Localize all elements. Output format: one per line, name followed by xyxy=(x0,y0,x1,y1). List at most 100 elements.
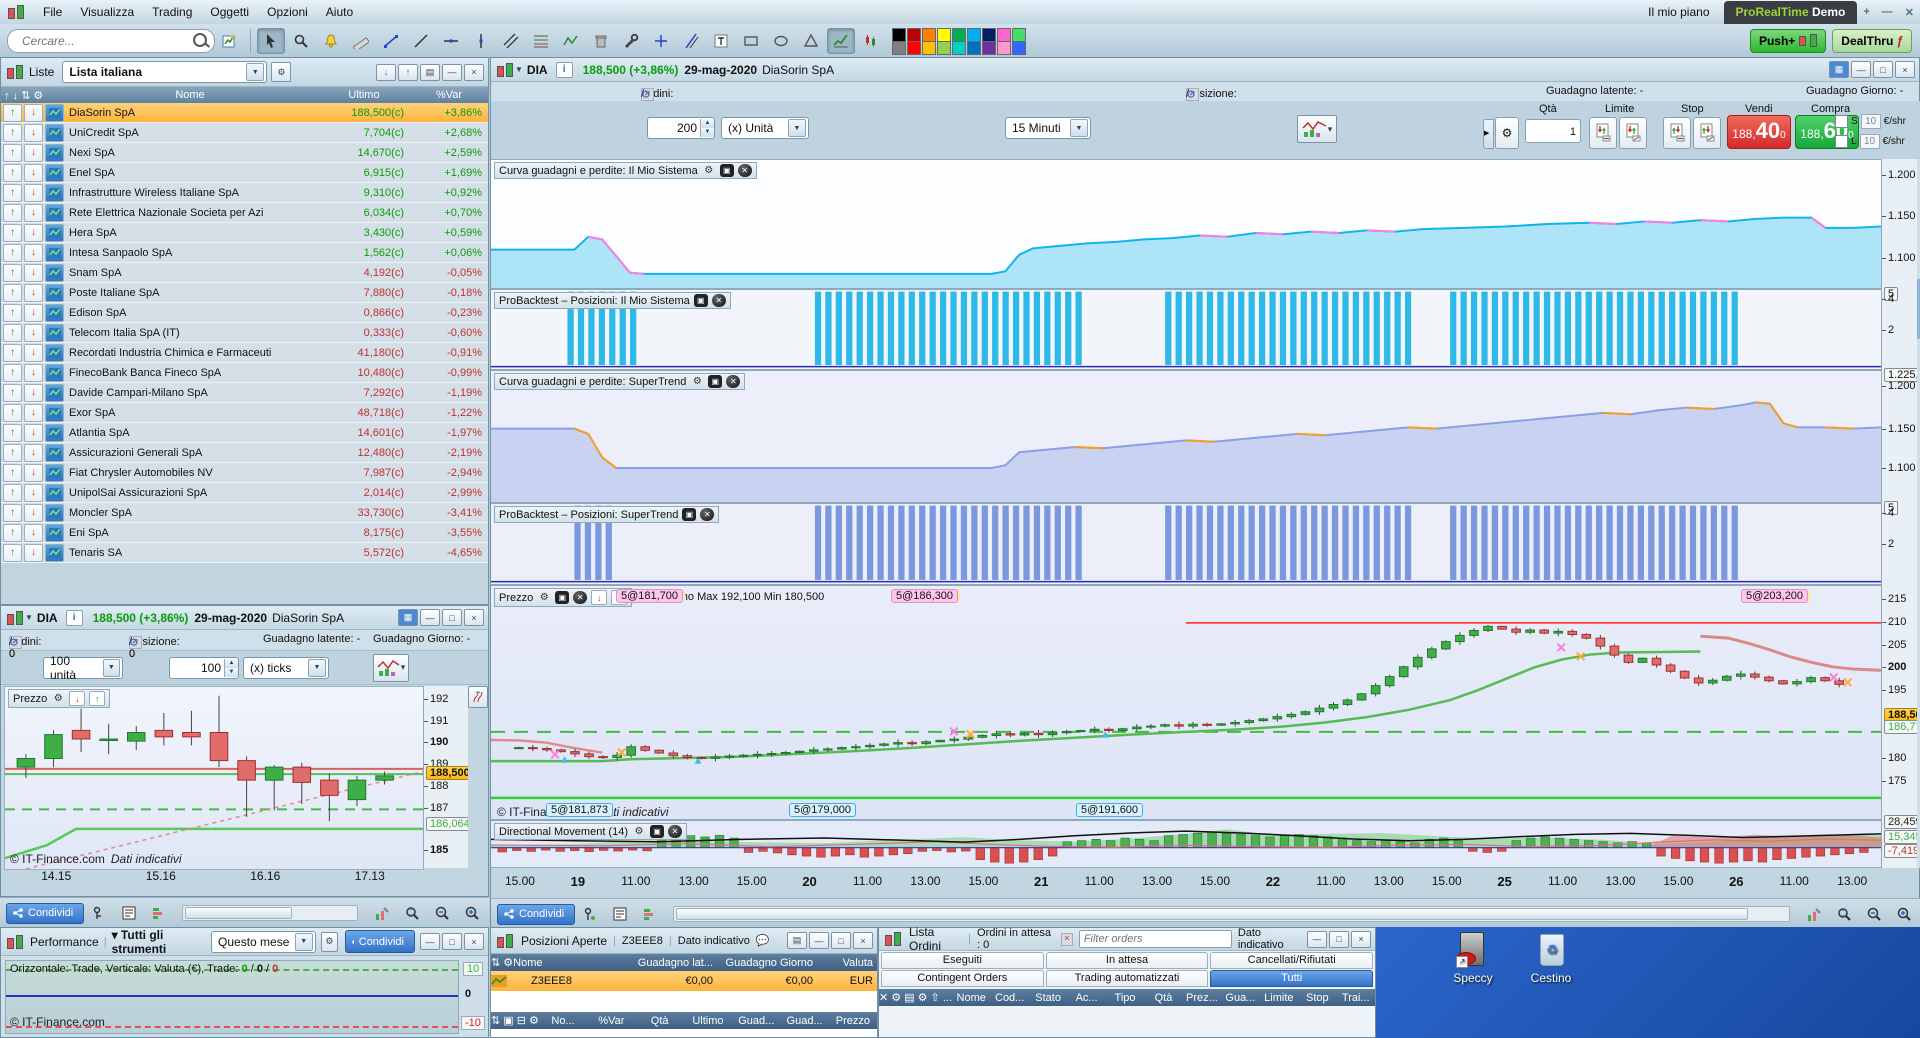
menu-trading[interactable]: Trading xyxy=(152,5,192,19)
sort-asc-button[interactable]: ↑ xyxy=(398,63,418,81)
fibonacci-tool-icon[interactable] xyxy=(527,28,555,54)
sell-icon[interactable]: ↓ xyxy=(24,443,43,462)
menu-opzioni[interactable]: Opzioni xyxy=(267,5,308,19)
scale-down-icon[interactable]: ↓ xyxy=(69,691,86,706)
units-type-select[interactable]: (x) Unità ▼ xyxy=(721,117,809,139)
cursor-tool-icon[interactable] xyxy=(257,27,285,54)
watchlist-row[interactable]: ↑ ↓ Telecom Italia SpA (IT) 0,333(c) -0,60% xyxy=(1,323,488,343)
close-icon[interactable]: ✕ xyxy=(700,508,715,521)
col-1[interactable]: Nome xyxy=(513,957,621,969)
open-chart-icon[interactable] xyxy=(45,483,64,502)
buy-icon[interactable]: ↑ xyxy=(3,543,22,562)
mini-chart-type-button[interactable]: ▾ xyxy=(373,653,409,682)
palette-color-swatch[interactable] xyxy=(907,28,921,42)
minimize-orders-button[interactable]: — xyxy=(1307,930,1327,948)
performance-chart[interactable]: Orizzontale: Trade, Verticale: Valuta (€… xyxy=(5,960,459,1034)
palette-color-swatch[interactable] xyxy=(937,41,951,55)
minimize-positions-button[interactable]: — xyxy=(809,932,829,949)
sell-icon[interactable]: ↓ xyxy=(24,523,43,542)
window-icon[interactable]: ▣ xyxy=(693,294,708,307)
perf-share-button[interactable]: Condividi xyxy=(345,930,415,953)
side-orders-toggle-icon[interactable] xyxy=(468,686,488,708)
list-window-button[interactable]: ▤ xyxy=(420,63,440,81)
orders-tab-trading-automatizzati[interactable]: Trading automatizzati xyxy=(1045,970,1209,987)
orders-tab-cancellati-rifiutati[interactable]: Cancellati/Rifiutati xyxy=(1210,952,1374,969)
alert-tool-icon[interactable] xyxy=(317,28,345,54)
desktop-icon-speccy[interactable]: ↗ Speccy xyxy=(1438,932,1508,985)
instruments-select[interactable]: ▾ Tutti gli strumenti xyxy=(112,928,206,956)
channel-tool-icon[interactable] xyxy=(497,28,525,54)
col-2[interactable]: Guadagno lat... xyxy=(621,957,713,969)
close-positions-button[interactable]: × xyxy=(853,932,873,949)
orders-col[interactable]: Ac... xyxy=(1067,992,1105,1004)
list-settings-button[interactable]: ⚙ xyxy=(271,62,292,82)
sell-icon[interactable]: ↓ xyxy=(24,303,43,322)
minimize-main-button[interactable]: — xyxy=(1851,61,1871,78)
share-button[interactable]: Condividi xyxy=(497,903,576,925)
detail-col[interactable]: Guad... xyxy=(780,1015,828,1027)
chart-settings-icon[interactable] xyxy=(1799,901,1827,927)
mini-ticks-select[interactable]: (x) ticks ▼ xyxy=(243,656,329,679)
zoom-in-icon[interactable] xyxy=(457,900,485,926)
my-plan-link[interactable]: Il mio piano xyxy=(1648,5,1709,19)
mini-symbol[interactable]: DIA xyxy=(37,611,58,625)
watchlist-row[interactable]: ↑ ↓ Edison SpA 0,866(c) -0,23% xyxy=(1,303,488,323)
window-icon[interactable]: ▣ xyxy=(555,591,570,604)
advanced-search-button[interactable] xyxy=(216,28,244,54)
zoom-out-icon[interactable] xyxy=(1859,901,1887,927)
col-ultimo[interactable]: Ultimo xyxy=(318,89,410,101)
close-mini-button[interactable]: × xyxy=(464,609,484,626)
info-icon[interactable]: i xyxy=(65,609,83,626)
wrench-icon[interactable]: ⚙ xyxy=(632,825,646,838)
watchlist-row[interactable]: ↑ ↓ UniCredit SpA 7,704(c) +2,68% xyxy=(1,123,488,143)
sell-icon[interactable]: ↓ xyxy=(24,363,43,382)
window-icon[interactable]: ▣ xyxy=(682,508,697,521)
minimize-perf-button[interactable]: — xyxy=(420,933,440,950)
open-chart-icon[interactable] xyxy=(45,543,64,562)
orders-col[interactable]: Qtà xyxy=(1144,992,1182,1004)
maximize-orders-button[interactable]: □ xyxy=(1329,930,1349,948)
col-4[interactable]: Valuta xyxy=(813,957,877,969)
chart-type-button[interactable]: ▾ xyxy=(1297,115,1337,143)
market-depth-icon[interactable] xyxy=(636,901,664,927)
buy-icon[interactable]: ↑ xyxy=(3,223,22,242)
sell-icon[interactable]: ↓ xyxy=(24,223,43,242)
toolbox-tool-icon[interactable] xyxy=(617,28,645,54)
directional-movement-panel[interactable]: Directional Movement (14) ⚙ ▣ ✕ xyxy=(491,820,1881,868)
orders-tab-eseguiti[interactable]: Eseguiti xyxy=(881,952,1044,969)
minimize-mini-button[interactable]: — xyxy=(420,609,440,626)
orders-col[interactable]: Gua... xyxy=(1221,992,1259,1004)
col-3[interactable]: Guadagno Giorno xyxy=(713,957,813,969)
buy-icon[interactable]: ↑ xyxy=(3,363,22,382)
watchlist-row[interactable]: ↑ ↓ Eni SpA 8,175(c) -3,55% xyxy=(1,523,488,543)
buy-icon[interactable]: ↑ xyxy=(3,463,22,482)
buy-icon[interactable]: ↑ xyxy=(3,243,22,262)
period-select[interactable]: Questo mese ▼ xyxy=(211,930,316,953)
palette-color-swatch[interactable] xyxy=(892,41,906,55)
menu-oggetti[interactable]: Oggetti xyxy=(210,5,249,19)
sell-icon[interactable]: ↓ xyxy=(24,483,43,502)
sell-icon[interactable]: ↓ xyxy=(24,123,43,142)
close-icon[interactable]: ✕ xyxy=(711,294,726,307)
watchlist-row[interactable]: ↑ ↓ Intesa Sanpaolo SpA 1,562(c) +0,06% xyxy=(1,243,488,263)
sell-button[interactable]: 188, 40 0 xyxy=(1727,115,1791,149)
close-icon[interactable]: ✕ xyxy=(573,591,588,604)
maximize-main-button[interactable]: □ xyxy=(1873,61,1893,78)
horizontal-line-tool-icon[interactable] xyxy=(437,28,465,54)
scale-up-icon[interactable]: ↑ xyxy=(89,691,106,706)
print-icon[interactable]: ▤ xyxy=(787,932,807,949)
buy-icon[interactable]: ↑ xyxy=(3,303,22,322)
vertical-line-tool-icon[interactable] xyxy=(467,28,495,54)
units-spinner[interactable]: 200 ▲ ▼ xyxy=(647,117,715,139)
news-icon[interactable] xyxy=(606,901,634,927)
qty-input[interactable]: 1 xyxy=(1525,119,1581,143)
palette-color-swatch[interactable] xyxy=(997,41,1011,55)
open-chart-icon[interactable] xyxy=(45,443,64,462)
buy-icon[interactable]: ↑ xyxy=(3,203,22,222)
palette-color-swatch[interactable] xyxy=(952,41,966,55)
palette-color-swatch[interactable] xyxy=(907,41,921,55)
orders-col[interactable]: Nome xyxy=(952,992,990,1004)
s-value-input[interactable]: 10 xyxy=(1860,113,1881,129)
sell-icon[interactable]: ↓ xyxy=(24,143,43,162)
buy-icon[interactable]: ↑ xyxy=(3,483,22,502)
